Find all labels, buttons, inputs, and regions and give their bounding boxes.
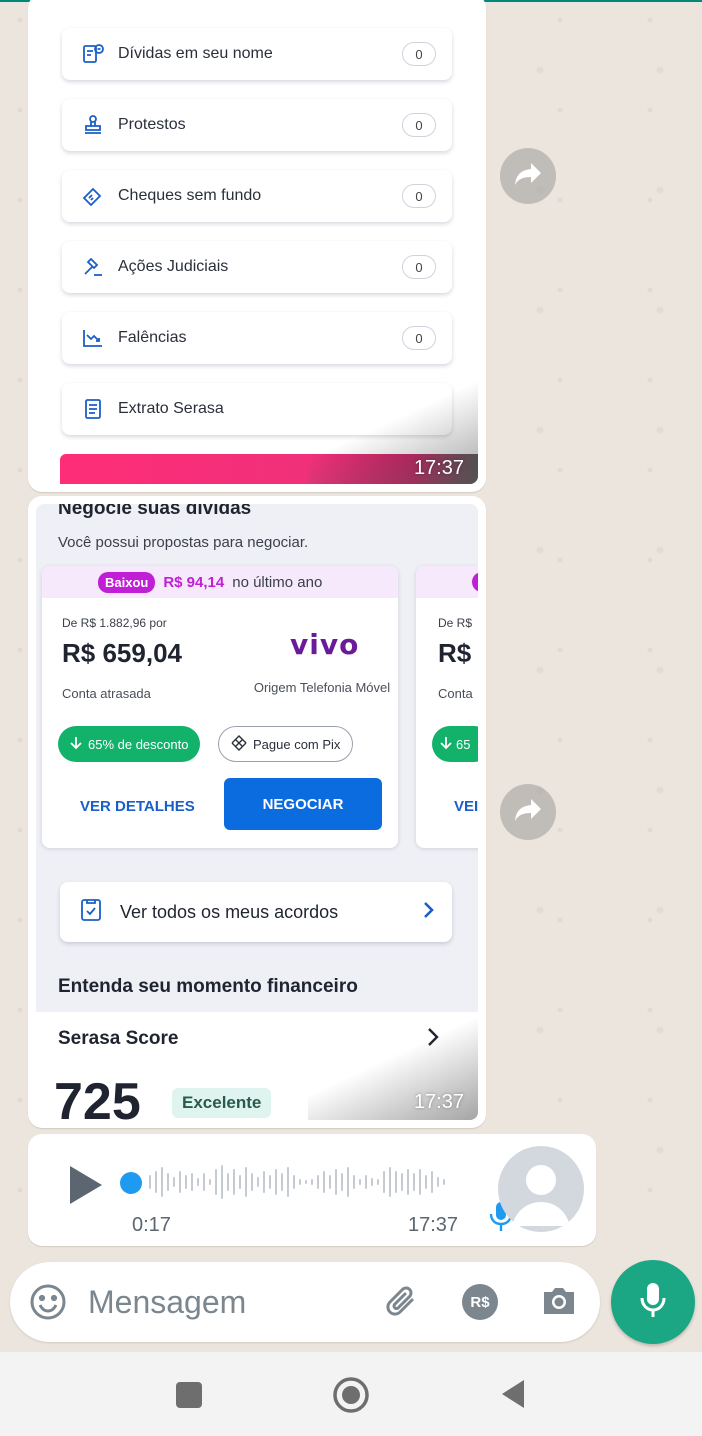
negotiate-button[interactable]: NEGOCIAR (224, 778, 382, 830)
creditor-logo: vivo (290, 628, 360, 661)
score-rating-badge: Excelente (172, 1088, 272, 1118)
original-price: De R$ (438, 616, 473, 630)
report-item-acoes[interactable]: Ações Judiciais 0 (62, 241, 452, 293)
report-item-falencias[interactable]: Falências 0 (62, 312, 452, 364)
message-time: 17:37 (413, 1091, 464, 1113)
mic-icon (638, 1280, 668, 1325)
pix-icon (231, 734, 247, 754)
agreements-link[interactable]: Ver todos os meus acordos (60, 882, 452, 942)
attach-icon[interactable] (382, 1282, 422, 1327)
report-item-label: Dívidas em seu nome (118, 45, 273, 62)
forward-button[interactable] (500, 148, 556, 204)
report-item-count: 0 (402, 42, 436, 66)
view-details-link[interactable]: VEI (454, 798, 478, 815)
view-details-link[interactable]: VER DETALHES (80, 798, 195, 815)
statement-icon (80, 396, 106, 422)
report-item-label: Cheques sem fundo (118, 187, 262, 204)
report-item-protestos[interactable]: Protestos 0 (62, 99, 452, 151)
agreement-document-icon (78, 897, 104, 928)
voice-message[interactable]: 0:17 17:37 (28, 1134, 596, 1246)
section-title: Entenda seu momento financeiro (58, 976, 358, 997)
score-value: 725 (54, 1073, 141, 1120)
avatar (498, 1146, 584, 1232)
report-item-count: 0 (402, 113, 436, 137)
debt-document-icon (80, 41, 106, 67)
image-message-negotiation[interactable]: Negocie suas dívidas Você possui propost… (28, 496, 486, 1128)
original-price: De R$ 1.882,96 por (62, 616, 167, 630)
play-icon[interactable] (66, 1164, 104, 1211)
back-button[interactable] (498, 1378, 528, 1415)
payment-button[interactable]: R$ (462, 1284, 498, 1320)
home-button[interactable] (332, 1376, 370, 1419)
report-item-label: Ações Judiciais (118, 258, 229, 275)
price-drop-value: R$ 94,14 (163, 573, 225, 591)
report-item-count: 0 (402, 184, 436, 208)
price-drop-badge: Baixou (98, 571, 156, 593)
report-item-dividas[interactable]: Dívidas em seu nome 0 (62, 28, 452, 80)
offer-price: R$ (438, 638, 472, 668)
forward-icon (513, 161, 543, 192)
forward-button[interactable] (500, 784, 556, 840)
audio-duration: 0:17 (132, 1214, 171, 1236)
message-input[interactable] (88, 1282, 368, 1322)
stamp-icon (80, 112, 106, 138)
message-time: 17:37 (413, 457, 464, 479)
discount-pill: 65% de desconto (58, 726, 201, 762)
score-label: Serasa Score (58, 1028, 179, 1049)
report-item-label: Falências (118, 329, 187, 346)
image-message-report[interactable]: Dívidas em seu nome 0 Protestos 0 Cheque… (28, 0, 486, 492)
forward-icon (513, 797, 543, 828)
negotiation-title: Negocie suas dívidas (58, 504, 252, 519)
chart-down-icon (80, 325, 106, 351)
report-item-label: Protestos (118, 116, 186, 133)
agreements-label: Ver todos os meus acordos (120, 901, 339, 922)
discount-label: 65% de desconto (88, 736, 189, 752)
arrow-down-icon (440, 736, 452, 753)
debt-origin: Origem Telefonia Móvel (253, 680, 391, 695)
discount-pill: 65 (432, 726, 478, 762)
message-time: 17:37 (408, 1214, 459, 1236)
debt-status: Conta (438, 686, 473, 701)
audio-seek-handle[interactable] (120, 1172, 142, 1194)
check-icon (80, 183, 106, 209)
emoji-icon[interactable] (28, 1282, 68, 1327)
pix-label: Pague com Pix (253, 736, 341, 752)
recents-button[interactable] (176, 1382, 202, 1408)
discount-label: 65 (456, 736, 471, 752)
offer-card-partial[interactable]: De R$ R$ Conta 65 VEI (416, 566, 478, 848)
offer-card[interactable]: Baixou R$ 94,14 no último ano De R$ 1.88… (42, 566, 398, 848)
report-screenshot: Dívidas em seu nome 0 Protestos 0 Cheque… (36, 2, 478, 484)
report-item-cheques[interactable]: Cheques sem fundo 0 (62, 170, 452, 222)
offer-header: Baixou R$ 94,14 no último ano (42, 566, 398, 598)
record-voice-button[interactable] (611, 1260, 695, 1344)
chevron-right-icon (422, 900, 436, 925)
report-item-count: 0 (402, 326, 436, 350)
price-drop-text: no último ano (232, 573, 323, 591)
negotiation-subtitle: Você possui propostas para negociar. (58, 534, 309, 551)
debt-status: Conta atrasada (62, 686, 151, 701)
audio-waveform[interactable] (146, 1162, 466, 1202)
report-item-count: 0 (402, 255, 436, 279)
system-navigation-bar (0, 1352, 702, 1436)
pix-pill: Pague com Pix (218, 726, 354, 762)
negotiation-screenshot: Negocie suas dívidas Você possui propost… (36, 504, 478, 1120)
camera-icon[interactable] (540, 1284, 578, 1323)
offer-price: R$ 659,04 (62, 638, 182, 668)
gavel-icon (80, 254, 106, 280)
offer-header (416, 566, 478, 598)
message-composer: R$ (10, 1262, 600, 1342)
arrow-down-icon (70, 736, 82, 753)
